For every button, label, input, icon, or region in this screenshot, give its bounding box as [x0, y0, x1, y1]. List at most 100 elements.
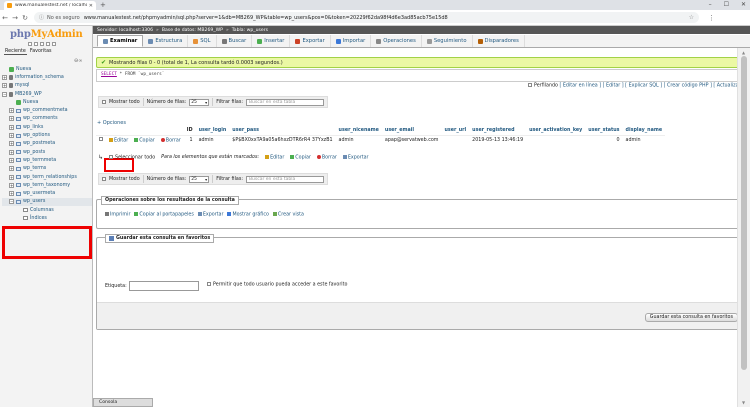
- tab-operaciones[interactable]: Operaciones: [371, 35, 422, 47]
- save-bookmark-button[interactable]: Guardar esta consulta en favoritos: [644, 313, 738, 322]
- tab-estructura[interactable]: Estructura: [143, 35, 189, 47]
- filter-input[interactable]: Buscar en esta tabla: [245, 98, 324, 106]
- tree-item[interactable]: Índices: [2, 214, 92, 222]
- row-checkbox[interactable]: [99, 137, 103, 142]
- tab-exportar[interactable]: Exportar: [290, 35, 331, 47]
- column-header[interactable]: user_registered: [469, 126, 527, 135]
- expand-icon[interactable]: +: [9, 174, 14, 180]
- leaf-connector-icon[interactable]: [16, 216, 21, 221]
- tree-item[interactable]: + wp_links: [2, 123, 92, 131]
- tree-item[interactable]: − MB269_WP: [2, 90, 92, 98]
- new-tab-icon[interactable]: +: [100, 1, 106, 9]
- breadcrumb-server[interactable]: Servidor: localhost:3306: [97, 28, 153, 33]
- column-header[interactable]: user_pass: [229, 126, 336, 135]
- expand-icon[interactable]: +: [9, 191, 14, 197]
- home-icon[interactable]: [28, 42, 32, 46]
- scroll-down-icon[interactable]: ▼: [742, 400, 745, 405]
- expand-icon[interactable]: +: [9, 157, 14, 163]
- expand-icon[interactable]: −: [2, 91, 7, 97]
- expand-icon[interactable]: +: [2, 74, 7, 80]
- tree-item[interactable]: + wp_termmeta: [2, 156, 92, 164]
- nav-tab-favorites[interactable]: Favoritas: [29, 49, 53, 55]
- browser-menu-icon[interactable]: ⋮: [708, 14, 715, 22]
- breadcrumb-table[interactable]: Tabla: wp_users: [232, 28, 268, 33]
- reload-icon[interactable]: ↻: [20, 14, 30, 22]
- rows-select[interactable]: 25: [189, 98, 210, 106]
- bookmark-star-icon[interactable]: ☆: [689, 14, 694, 21]
- url-text[interactable]: www.manualestest.net/phpmyadmin/sql.php?…: [84, 15, 689, 21]
- expand-icon[interactable]: +: [9, 124, 14, 130]
- back-icon[interactable]: ←: [0, 14, 10, 22]
- tree-item[interactable]: Columnas: [2, 206, 92, 214]
- column-header[interactable]: user_activation_key: [526, 126, 586, 135]
- select-all-checkbox[interactable]: [109, 154, 114, 159]
- export-link[interactable]: Exportar: [197, 212, 223, 218]
- tab-examinar[interactable]: Examinar: [97, 35, 144, 47]
- forward-icon[interactable]: →: [10, 14, 20, 22]
- expand-icon[interactable]: +: [9, 141, 14, 147]
- leaf-connector-icon[interactable]: [9, 100, 14, 105]
- show-all-checkbox[interactable]: [102, 177, 106, 181]
- bulk-copy-button[interactable]: Copiar: [290, 154, 311, 160]
- expand-icon[interactable]: −: [9, 199, 14, 205]
- bookmark-label-input[interactable]: [129, 281, 199, 291]
- print-link[interactable]: Imprimir: [105, 212, 130, 218]
- link-collapse-icon[interactable]: ⊖∞: [74, 58, 82, 64]
- tab-importar[interactable]: Importar: [331, 35, 372, 47]
- row-delete-button[interactable]: Borrar: [157, 134, 184, 145]
- bulk-delete-button[interactable]: Borrar: [316, 154, 337, 160]
- bulk-edit-button[interactable]: Editar: [265, 154, 284, 160]
- expand-icon[interactable]: +: [9, 133, 14, 139]
- row-edit-button[interactable]: Editar: [106, 134, 132, 145]
- tab-seguimiento[interactable]: Seguimiento: [422, 35, 473, 47]
- maximize-icon[interactable]: ☐: [724, 0, 729, 10]
- tree-item[interactable]: Nueva: [2, 98, 92, 106]
- close-tab-icon[interactable]: ✕: [89, 3, 93, 9]
- expand-icon[interactable]: +: [9, 166, 14, 172]
- docs-icon[interactable]: [40, 42, 44, 46]
- close-window-icon[interactable]: ✕: [741, 0, 746, 10]
- phpmyadmin-logo[interactable]: phpMyAdmin: [10, 29, 83, 40]
- leaf-connector-icon[interactable]: [16, 208, 21, 213]
- bulk-export-button[interactable]: Exportar: [342, 154, 369, 160]
- column-header[interactable]: user_email: [381, 126, 442, 135]
- select-all[interactable]: Seleccionar todo: [109, 154, 155, 160]
- breadcrumb-database[interactable]: Base de datos: MB269_WP: [162, 28, 223, 33]
- nav-tab-recent[interactable]: Reciente: [4, 49, 27, 55]
- tree-item[interactable]: − wp_users: [2, 197, 92, 207]
- show-chart-link[interactable]: Mostrar gráfico: [227, 212, 269, 218]
- scroll-thumb[interactable]: [741, 56, 747, 370]
- profiling-checkbox[interactable]: [528, 83, 532, 87]
- row-copy-button[interactable]: Copiar: [131, 134, 158, 145]
- reload-nav-icon[interactable]: [52, 42, 56, 46]
- tab-insertar[interactable]: Insertar: [252, 35, 291, 47]
- sql-action-links[interactable]: [ Editar en línea ] [ Editar ] [ Explica…: [560, 84, 745, 89]
- tab-sql[interactable]: SQL: [188, 35, 217, 47]
- expand-icon[interactable]: +: [9, 149, 14, 155]
- tree-item[interactable]: + information_schema: [2, 73, 92, 81]
- tree-item[interactable]: + wp_options: [2, 131, 92, 139]
- column-header[interactable]: user_status: [585, 126, 623, 135]
- vertical-scrollbar[interactable]: ▲ ▼: [737, 48, 750, 407]
- bookmark-share[interactable]: Permitir que todo usuario pueda acceder …: [207, 282, 347, 288]
- show-all-checkbox[interactable]: [102, 100, 106, 104]
- tree-item[interactable]: + wp_commentmeta: [2, 106, 92, 114]
- browser-tab[interactable]: www.manualestest.net / localho ✕: [4, 1, 96, 10]
- expand-icon[interactable]: +: [2, 83, 7, 89]
- tree-item[interactable]: + mysql: [2, 82, 92, 90]
- tree-item[interactable]: Nueva: [2, 65, 92, 73]
- leaf-connector-icon[interactable]: [2, 67, 7, 72]
- filter-input[interactable]: Buscar en esta tabla: [245, 175, 324, 183]
- tree-item[interactable]: + wp_term_taxonomy: [2, 181, 92, 189]
- column-header[interactable]: user_nicename: [335, 126, 382, 135]
- column-header[interactable]: display_name: [622, 126, 666, 135]
- bookmark-share-checkbox[interactable]: [207, 282, 211, 286]
- tree-item[interactable]: + wp_terms: [2, 165, 92, 173]
- info-icon[interactable]: ⓘ: [39, 14, 44, 21]
- tree-item[interactable]: + wp_comments: [2, 115, 92, 123]
- tree-item[interactable]: + wp_usermeta: [2, 189, 92, 197]
- console-toggle[interactable]: Consola: [93, 398, 153, 407]
- tree-item[interactable]: + wp_postmeta: [2, 140, 92, 148]
- rows-select[interactable]: 25: [189, 175, 210, 183]
- scroll-up-icon[interactable]: ▲: [742, 50, 745, 55]
